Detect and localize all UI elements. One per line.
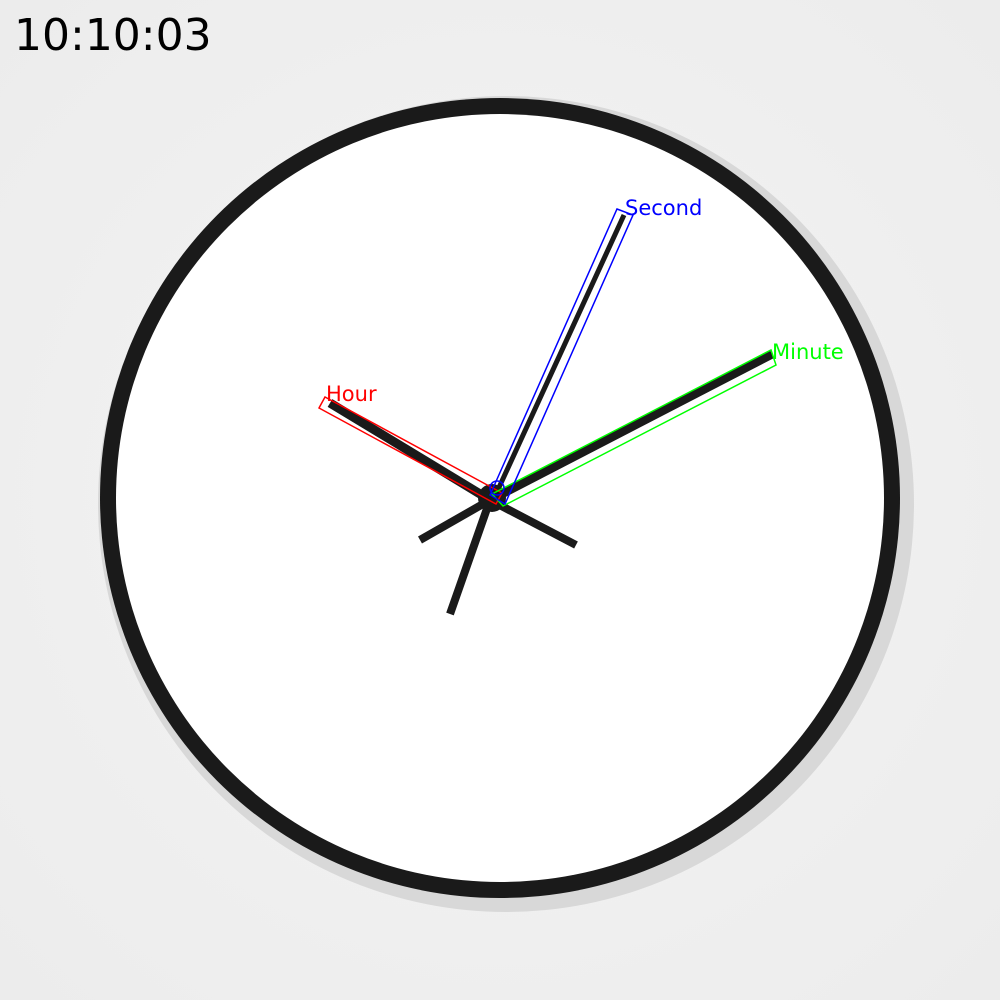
hour-label: Hour xyxy=(326,382,377,406)
clock-canvas: Hour Minute Second xyxy=(98,96,914,912)
second-label: Second xyxy=(625,196,702,220)
minute-label: Minute xyxy=(772,340,844,364)
clock-photo: 10:10:03 Hour Minute Second xyxy=(0,0,1000,1000)
